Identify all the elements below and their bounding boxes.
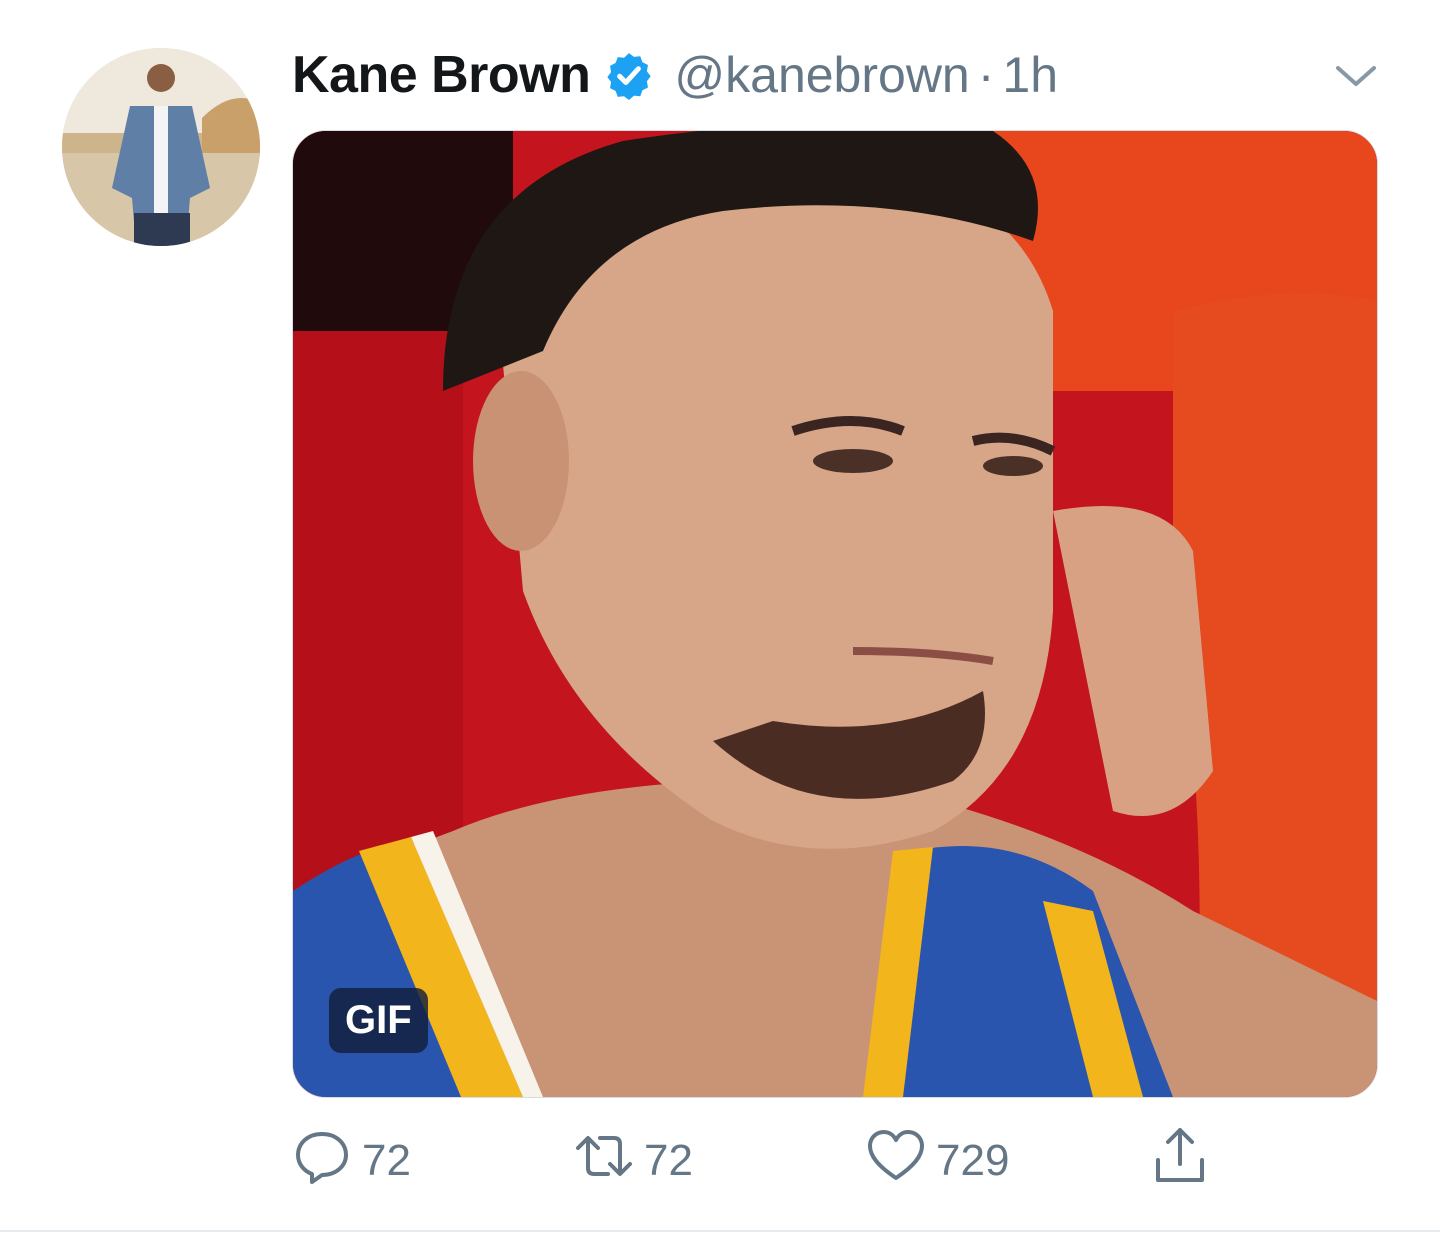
gif-badge: GIF [329,988,428,1053]
tweet-actions: 72 72 729 [292,1126,1232,1197]
verified-badge-icon [604,50,654,100]
reply-icon [292,1126,352,1197]
like-button[interactable]: 729 [866,1128,1009,1194]
avatar[interactable] [62,48,260,246]
heart-icon [866,1126,926,1197]
retweet-count: 72 [644,1136,693,1185]
tweet-header: Kane Brown @kanebrown · 1h [292,40,1380,110]
share-icon [1150,1126,1210,1197]
avatar-photo [62,48,260,246]
author-name[interactable]: Kane Brown [292,45,591,105]
reply-button[interactable]: 72 [292,1128,411,1194]
retweet-icon [574,1126,634,1197]
tweet-divider [0,1230,1440,1232]
like-count: 729 [936,1136,1010,1185]
share-button[interactable] [1150,1126,1210,1197]
retweet-button[interactable]: 72 [574,1128,693,1194]
timestamp[interactable]: 1h [1002,46,1058,104]
tweet[interactable]: Kane Brown @kanebrown · 1h GIF 72 72 729 [0,0,1440,1236]
tweet-media-gif[interactable]: GIF [292,130,1378,1098]
chevron-down-icon[interactable] [1332,52,1380,100]
gif-image [293,131,1377,1097]
author-handle[interactable]: @kanebrown [674,46,969,104]
reply-count: 72 [362,1136,411,1185]
separator-dot: · [977,47,995,103]
